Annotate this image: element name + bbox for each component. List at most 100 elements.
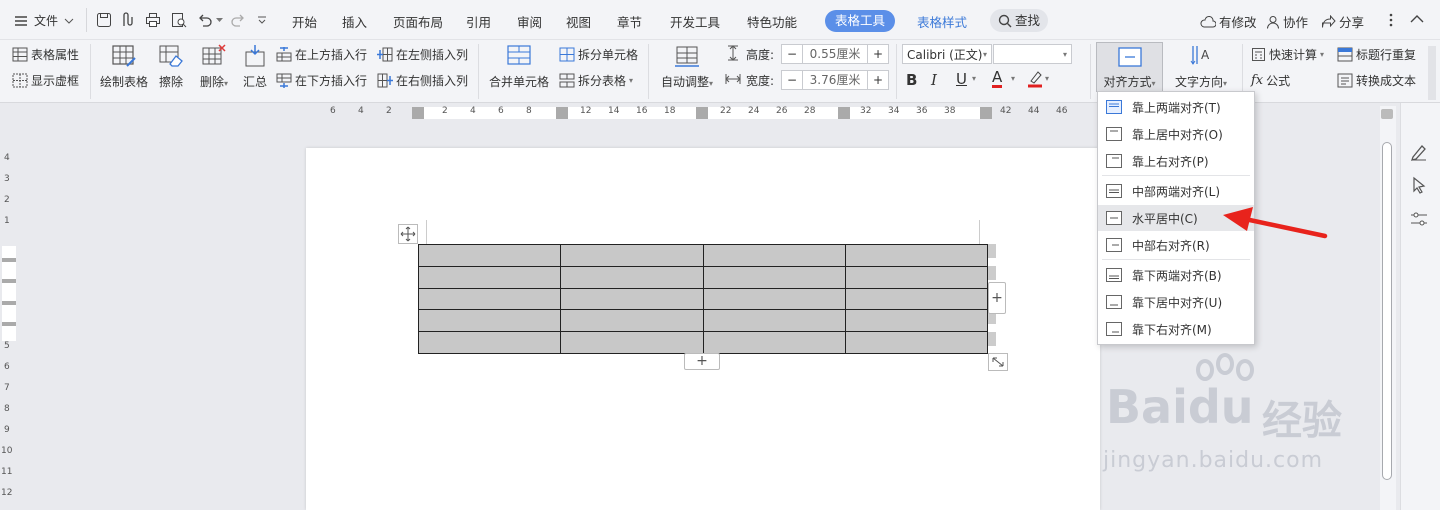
add-row-button[interactable]: + bbox=[684, 353, 720, 370]
tab-view[interactable]: 视图 bbox=[566, 12, 591, 31]
table-cell[interactable] bbox=[560, 287, 704, 311]
bold-button[interactable]: B bbox=[906, 71, 917, 89]
font-color-dropdown-icon[interactable]: ▾ bbox=[1011, 74, 1015, 83]
text-direction-button[interactable]: A 文字方向▾ bbox=[1170, 44, 1232, 90]
insert-row-above-button[interactable]: 在上方插入行 bbox=[276, 46, 367, 63]
collapse-ribbon-icon[interactable] bbox=[1410, 14, 1424, 24]
table-move-handle-icon[interactable] bbox=[398, 224, 418, 244]
save-icon[interactable] bbox=[96, 12, 112, 28]
table-cell[interactable] bbox=[702, 244, 846, 267]
print-preview-icon[interactable] bbox=[171, 12, 187, 28]
insert-col-right-button[interactable]: 在右侧插入列 bbox=[377, 72, 468, 89]
decrease-width-button[interactable]: − bbox=[782, 73, 802, 87]
height-value[interactable]: 0.55厘米 bbox=[802, 45, 868, 63]
table-cell[interactable] bbox=[560, 331, 704, 354]
table-cell[interactable] bbox=[844, 244, 989, 267]
table-properties-button[interactable]: 表格属性 bbox=[12, 46, 79, 63]
menu-item-top-center[interactable]: 靠上居中对齐(O) bbox=[1098, 121, 1254, 147]
table-cell[interactable] bbox=[417, 265, 562, 289]
table-cell[interactable] bbox=[844, 309, 989, 333]
tab-references[interactable]: 引用 bbox=[466, 12, 491, 31]
tab-developer[interactable]: 开发工具 bbox=[670, 12, 720, 31]
tab-review[interactable]: 审阅 bbox=[517, 12, 542, 31]
align-mode-button[interactable]: 对齐方式▾ bbox=[1096, 42, 1163, 92]
menu-item-top-right[interactable]: 靠上右对齐(P) bbox=[1098, 148, 1254, 174]
table-cell[interactable] bbox=[702, 309, 846, 333]
quick-calc-button[interactable]: 快速计算 ▾ bbox=[1251, 46, 1324, 63]
document-table[interactable] bbox=[417, 244, 989, 354]
share-button[interactable]: 分享 bbox=[1321, 12, 1364, 31]
tab-table-tools[interactable]: 表格工具 bbox=[825, 10, 896, 32]
decrease-height-button[interactable]: − bbox=[782, 47, 802, 61]
menu-item-bottom-right[interactable]: 靠下右对齐(M) bbox=[1098, 316, 1254, 342]
table-cell[interactable] bbox=[844, 287, 989, 311]
ribbon-scrollbar[interactable] bbox=[1428, 46, 1436, 100]
table-cell[interactable] bbox=[560, 309, 704, 333]
autofit-button[interactable]: 自动调整▾ bbox=[656, 44, 718, 90]
table-cell[interactable] bbox=[417, 244, 562, 267]
scroll-thumb[interactable] bbox=[1382, 142, 1392, 480]
insert-col-left-button[interactable]: 在左侧插入列 bbox=[377, 46, 468, 63]
chevron-down-icon[interactable] bbox=[216, 18, 223, 23]
font-color-button[interactable]: A bbox=[992, 70, 1003, 88]
tab-page-layout[interactable]: 页面布局 bbox=[393, 12, 443, 31]
font-size-select[interactable]: ▾ bbox=[993, 44, 1072, 64]
insert-row-below-button[interactable]: 在下方插入行 bbox=[276, 72, 367, 89]
table-cell[interactable] bbox=[560, 265, 704, 289]
summary-button[interactable]: 汇总 bbox=[240, 44, 270, 90]
collaborate-button[interactable]: 协作 bbox=[1266, 12, 1308, 31]
table-cell[interactable] bbox=[844, 265, 989, 289]
menu-item-middle-justify[interactable]: 中部两端对齐(L) bbox=[1098, 178, 1254, 204]
vertical-scrollbar[interactable] bbox=[1380, 106, 1396, 510]
erase-button[interactable]: 擦除 bbox=[156, 44, 186, 90]
merge-cells-button[interactable]: 合并单元格 bbox=[488, 44, 550, 90]
underline-dropdown-icon[interactable]: ▾ bbox=[972, 74, 976, 83]
resize-table-icon[interactable] bbox=[988, 353, 1008, 371]
width-stepper[interactable]: − 3.76厘米 + bbox=[781, 70, 889, 90]
tab-section[interactable]: 章节 bbox=[617, 12, 642, 31]
file-menu[interactable]: 文件 bbox=[14, 12, 74, 29]
increase-width-button[interactable]: + bbox=[868, 73, 888, 87]
repeat-header-button[interactable]: 标题行重复 bbox=[1337, 46, 1416, 63]
menu-item-top-justify[interactable]: 靠上两端对齐(T) bbox=[1098, 94, 1254, 120]
tab-home[interactable]: 开始 bbox=[292, 12, 317, 31]
delete-button[interactable]: 删除▾ bbox=[196, 44, 232, 90]
formula-button[interactable]: fx 公式 bbox=[1251, 72, 1290, 89]
italic-button[interactable]: I bbox=[931, 71, 937, 89]
convert-to-text-button[interactable]: 转换成文本 bbox=[1337, 72, 1416, 89]
table-cell[interactable] bbox=[844, 331, 989, 354]
increase-height-button[interactable]: + bbox=[868, 47, 888, 61]
modified-button[interactable]: 有修改 bbox=[1200, 12, 1257, 31]
tab-insert[interactable]: 插入 bbox=[342, 12, 367, 31]
pen-icon[interactable] bbox=[1410, 143, 1428, 161]
tab-features[interactable]: 特色功能 bbox=[747, 12, 797, 31]
tab-table-style[interactable]: 表格样式 bbox=[917, 12, 967, 31]
menu-item-bottom-center[interactable]: 靠下居中对齐(U) bbox=[1098, 289, 1254, 315]
more-icon[interactable] bbox=[1388, 13, 1394, 27]
search-button[interactable]: 查找 bbox=[990, 9, 1049, 32]
underline-button[interactable]: U bbox=[956, 70, 967, 88]
table-cell[interactable] bbox=[417, 309, 562, 333]
height-stepper[interactable]: − 0.55厘米 + bbox=[781, 44, 889, 64]
font-name-select[interactable]: Calibri (正文) ▾ bbox=[902, 44, 992, 64]
split-table-button[interactable]: 拆分表格 ▾ bbox=[559, 72, 633, 89]
undo-icon[interactable] bbox=[197, 12, 213, 28]
table-cell[interactable] bbox=[417, 287, 562, 311]
width-value[interactable]: 3.76厘米 bbox=[802, 71, 868, 89]
export-icon[interactable] bbox=[120, 12, 136, 28]
table-cell[interactable] bbox=[702, 287, 846, 311]
table-cell[interactable] bbox=[702, 265, 846, 289]
highlight-dropdown-icon[interactable]: ▾ bbox=[1045, 74, 1049, 83]
show-gridlines-button[interactable]: 显示虚框 bbox=[12, 72, 79, 89]
add-column-button[interactable]: + bbox=[988, 282, 1006, 314]
draw-table-button[interactable]: 绘制表格 bbox=[100, 44, 148, 90]
table-cell[interactable] bbox=[417, 331, 562, 354]
settings-sliders-icon[interactable] bbox=[1410, 211, 1428, 227]
pointer-icon[interactable] bbox=[1411, 176, 1427, 194]
table-cell[interactable] bbox=[560, 244, 704, 267]
split-cells-button[interactable]: 拆分单元格 bbox=[559, 46, 638, 63]
print-icon[interactable] bbox=[145, 12, 161, 28]
menu-item-bottom-justify[interactable]: 靠下两端对齐(B) bbox=[1098, 262, 1254, 288]
customize-arrow-icon[interactable] bbox=[257, 16, 267, 24]
redo-icon[interactable] bbox=[230, 12, 246, 28]
